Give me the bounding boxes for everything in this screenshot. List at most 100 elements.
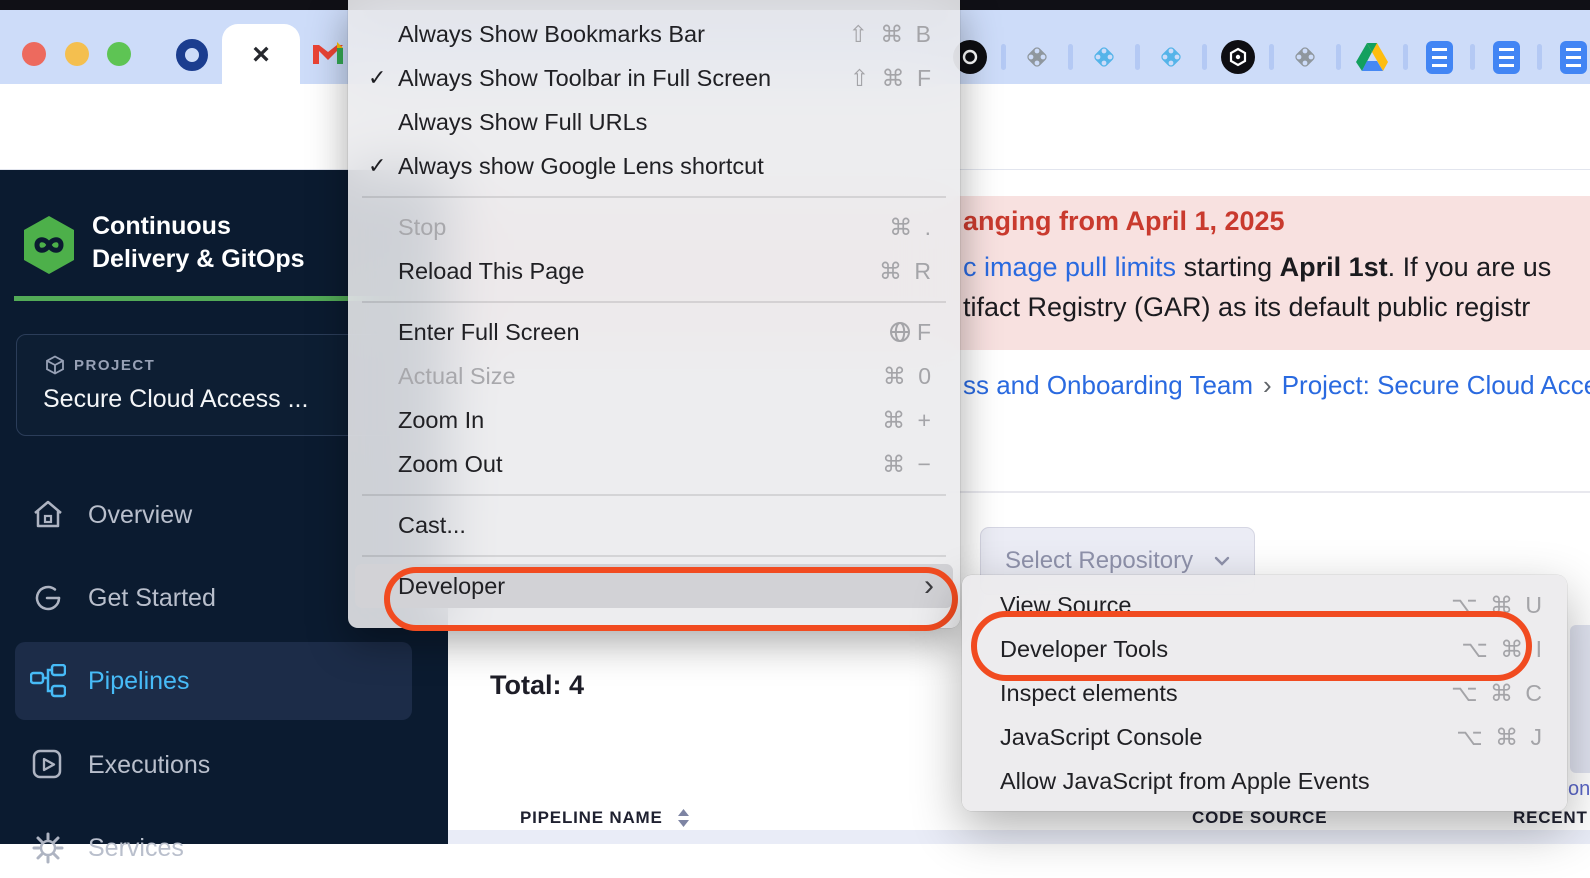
home-icon [30, 497, 66, 533]
banner-text: . If you are us [1388, 252, 1552, 282]
total-count: Total: 4 [490, 670, 584, 701]
select-repository-label: Select Repository [1005, 547, 1193, 575]
menu-item-label: Enter Full Screen [398, 319, 889, 346]
menu-separator [348, 293, 960, 310]
sidebar-item-label: Overview [88, 501, 192, 530]
menu-item-shortcut: F [917, 319, 934, 346]
openai-icon[interactable] [1220, 39, 1256, 75]
window-zoom-button[interactable] [107, 42, 131, 66]
checkmark-icon: ✓ [368, 153, 394, 179]
image-pull-limits-link[interactable]: c image pull limits [963, 252, 1176, 282]
menu-item-shortcut: ⌘ − [882, 451, 934, 478]
diamond-gray-icon[interactable] [1019, 39, 1055, 75]
project-label: PROJECT [74, 357, 155, 374]
view-menu: Always Show Bookmarks Bar ⇧ ⌘ B ✓ Always… [348, 0, 960, 628]
tab-close-icon[interactable]: × [222, 40, 300, 70]
menu-item-actual-size: Actual Size ⌘ 0 [348, 354, 960, 398]
menu-item-shortcut: ⌥ ⌘ J [1456, 724, 1545, 751]
product-title-line2: Delivery & GitOps [92, 243, 305, 276]
project-cube-icon [45, 355, 65, 375]
menu-item-label: Always show Google Lens shortcut [398, 153, 934, 180]
google-docs-icon[interactable] [1488, 39, 1524, 75]
window-close-button[interactable] [22, 42, 46, 66]
column-label: PIPELINE NAME [520, 808, 663, 828]
diamond-gray-icon[interactable] [1287, 39, 1323, 75]
breadcrumb-chevron-icon: › [1253, 370, 1282, 400]
submenu-item-allow-javascript-from-apple-events[interactable]: Allow JavaScript from Apple Events [962, 759, 1567, 803]
menu-item-shortcut: ⌘ + [882, 407, 934, 434]
window-minimize-button[interactable] [65, 42, 89, 66]
sidebar-item-label: Executions [88, 751, 210, 780]
diamond-blue-icon[interactable] [1086, 39, 1122, 75]
breadcrumb: ss and Onboarding Team›Project: Secure C… [963, 370, 1590, 401]
sidebar-item-services[interactable]: Services [0, 818, 448, 878]
menu-item-shortcut: ⇧ ⌘ F [850, 65, 934, 92]
harness-cd-logo [20, 214, 78, 276]
menu-item-cast[interactable]: Cast... [348, 503, 960, 547]
chevron-down-icon [1214, 556, 1230, 566]
occluded-panel-edge [1570, 625, 1590, 773]
menu-item-label: Zoom Out [398, 451, 882, 478]
menu-item-always-show-google-lens-shortcut[interactable]: ✓ Always show Google Lens shortcut [348, 144, 960, 188]
executions-icon [30, 747, 66, 783]
sidebar-item-label: Get Started [88, 584, 216, 613]
banner-text: starting [1176, 252, 1280, 282]
sort-icon[interactable] [677, 808, 690, 828]
bookmark-separator [1001, 44, 1006, 70]
bookmark-separator [1470, 44, 1475, 70]
menu-item-reload-this-page[interactable]: Reload This Page ⌘ R [348, 249, 960, 293]
menu-separator [348, 188, 960, 205]
banner-body-line2: tifact Registry (GAR) as its default pub… [963, 292, 1530, 323]
banner-heading: anging from April 1, 2025 [963, 206, 1285, 237]
gmail-tab-icon[interactable] [312, 40, 344, 66]
menu-item-zoom-in[interactable]: Zoom In ⌘ + [348, 398, 960, 442]
bookmark-separator [1269, 44, 1274, 70]
checkmark-icon: ✓ [368, 65, 394, 91]
menu-item-always-show-bookmarks-bar[interactable]: Always Show Bookmarks Bar ⇧ ⌘ B [348, 12, 960, 56]
menu-item-enter-full-screen[interactable]: Enter Full Screen F [348, 310, 960, 354]
bookmark-icon-row [952, 36, 1590, 78]
menu-item-label: Cast... [398, 512, 934, 539]
column-header-recent-executions[interactable]: RECENT EXECUTIONS [1513, 808, 1590, 828]
menu-item-label: JavaScript Console [1000, 724, 1456, 751]
pipelines-icon [30, 663, 66, 699]
banner-body-line1: c image pull limits starting April 1st. … [963, 252, 1551, 283]
banner-text-bold: April 1st [1280, 252, 1388, 282]
google-drive-icon[interactable] [1354, 39, 1390, 75]
sidebar-item-label: Pipelines [88, 667, 189, 696]
column-header-code-source[interactable]: CODE SOURCE [1192, 808, 1327, 828]
sidebar-item-executions[interactable]: Executions [0, 735, 448, 795]
diamond-blue-icon[interactable] [1153, 39, 1189, 75]
annotation-ring-developer-tools [971, 611, 1532, 681]
pinned-tab-favicon[interactable] [176, 39, 208, 71]
bookmark-separator [1336, 44, 1341, 70]
get-started-icon [30, 580, 66, 616]
product-title: Continuous Delivery & GitOps [92, 210, 305, 276]
menu-item-label: Always Show Toolbar in Full Screen [398, 65, 850, 92]
menu-item-zoom-out[interactable]: Zoom Out ⌘ − [348, 442, 960, 486]
menu-item-shortcut: ⇧ ⌘ B [849, 21, 934, 48]
google-docs-icon[interactable] [1555, 39, 1590, 75]
menu-item-always-show-toolbar-in-full-screen[interactable]: ✓ Always Show Toolbar in Full Screen ⇧ ⌘… [348, 56, 960, 100]
menu-item-shortcut: ⌥ ⌘ C [1451, 680, 1545, 707]
menu-item-label: Actual Size [398, 363, 883, 390]
globe-icon [889, 321, 911, 343]
menu-item-stop: Stop ⌘ . [348, 205, 960, 249]
breadcrumb-project-link[interactable]: Project: Secure Cloud Acce [1282, 370, 1590, 400]
menu-item-always-show-full-urls[interactable]: Always Show Full URLs [348, 100, 960, 144]
product-title-line1: Continuous [92, 210, 305, 243]
breadcrumb-org-link[interactable]: ss and Onboarding Team [963, 370, 1253, 400]
submenu-item-javascript-console[interactable]: JavaScript Console ⌥ ⌘ J [962, 715, 1567, 759]
project-name: Secure Cloud Access ... [43, 385, 308, 414]
menu-item-shortcut: ⌘ . [889, 214, 934, 241]
menu-separator [348, 486, 960, 503]
clipped-text-fragment: on [1568, 778, 1590, 801]
bookmark-separator [1403, 44, 1408, 70]
google-docs-icon[interactable] [1421, 39, 1457, 75]
menu-item-label: Zoom In [398, 407, 882, 434]
menu-item-label: Reload This Page [398, 258, 879, 285]
gear-icon [30, 830, 66, 866]
sidebar-item-pipelines[interactable]: Pipelines [0, 651, 448, 711]
bookmark-separator [1537, 44, 1542, 70]
column-header-pipeline-name[interactable]: PIPELINE NAME [520, 808, 690, 828]
